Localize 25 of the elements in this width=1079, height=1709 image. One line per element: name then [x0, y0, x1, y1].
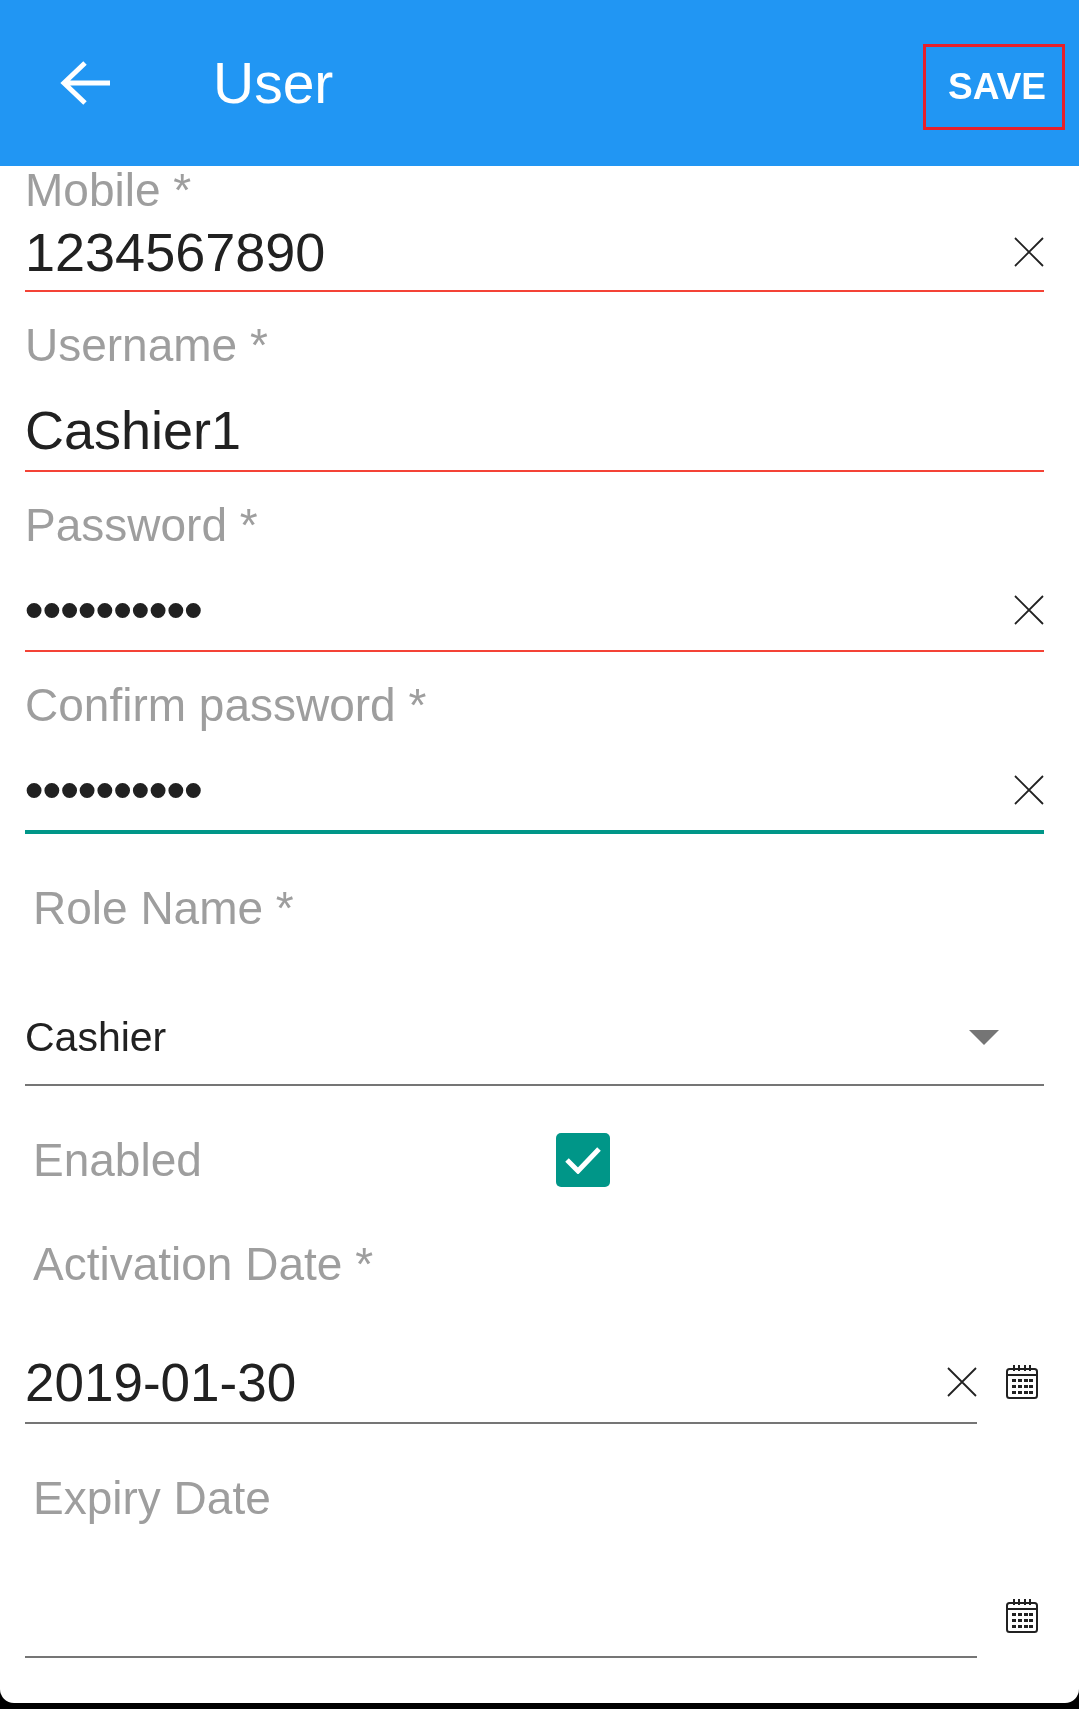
screen-title: User: [213, 54, 334, 112]
checkbox[interactable]: [556, 1133, 610, 1187]
close-icon[interactable]: [1014, 775, 1044, 805]
field-label: Password *: [25, 498, 258, 553]
field-label: Role Name *: [33, 881, 294, 936]
field-label: Username *: [25, 318, 268, 373]
field-label: Mobile *: [25, 166, 192, 214]
close-icon[interactable]: [1014, 595, 1044, 625]
field-label: Enabled: [33, 1133, 202, 1188]
calendar-icon[interactable]: [1006, 1365, 1038, 1399]
calendar-icon[interactable]: [1006, 1599, 1038, 1633]
date-field[interactable]: Activation Date * 2019-01-30: [25, 1234, 977, 1424]
field-label: Expiry Date: [33, 1471, 271, 1526]
close-icon[interactable]: [1014, 237, 1044, 267]
text-field[interactable]: Username * Cashier1: [25, 315, 1044, 472]
close-icon[interactable]: [947, 1367, 977, 1397]
dropdown-field[interactable]: Role Name * Cashier: [25, 878, 1044, 1086]
arrow-left-icon[interactable]: [60, 61, 110, 105]
password-field[interactable]: Confirm password * ••••••••••: [25, 675, 1044, 834]
text-field[interactable]: Mobile * 1234567890: [25, 166, 1044, 292]
field-label: Confirm password *: [25, 678, 427, 733]
field-label: Activation Date *: [33, 1237, 374, 1292]
caret-icon: [969, 1029, 999, 1045]
password-field[interactable]: Password * ••••••••••: [25, 495, 1044, 652]
checkmark-icon: [565, 1146, 601, 1174]
